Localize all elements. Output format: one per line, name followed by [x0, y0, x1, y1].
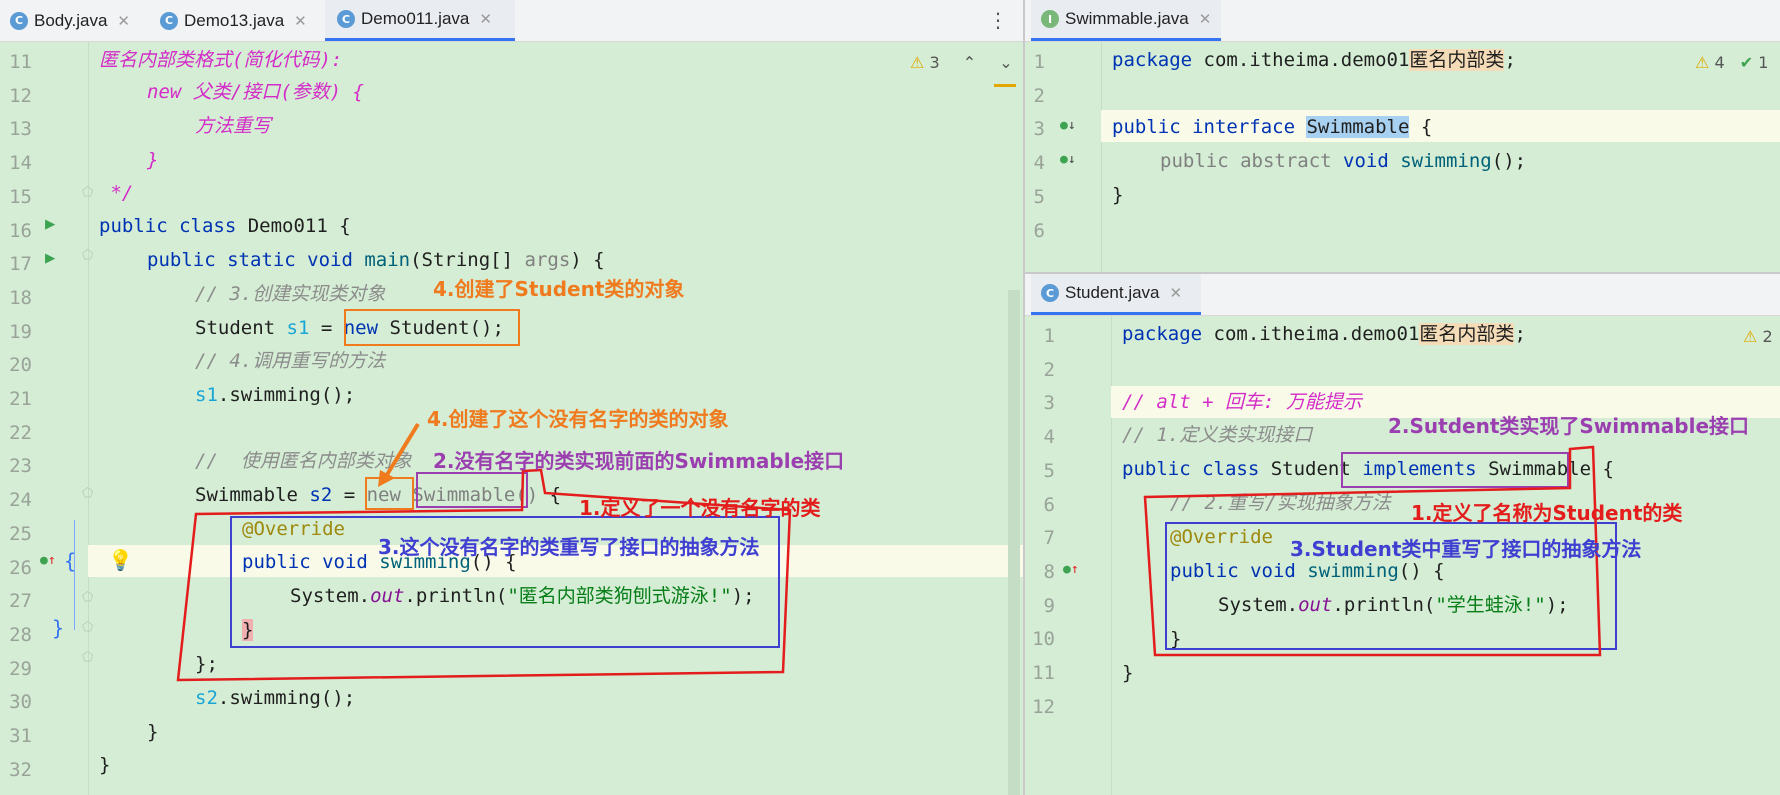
arrow-line [383, 422, 420, 480]
left-editor: C Body.java ✕ C Demo13.java ✕ C Demo011.… [0, 0, 1023, 795]
annotation-student-override: 3.Student类中重写了接口的抽象方法 [1290, 537, 1642, 561]
annotation-override-method: 3.这个没有名字的类重写了接口的抽象方法 [378, 535, 760, 559]
annotation-create-anonymous: 4.创建了这个没有名字的类的对象 [427, 407, 729, 431]
annotation-overlay [1143, 445, 1602, 657]
annotation-create-student: 4.创建了Student类的对象 [433, 277, 685, 301]
annotation-student-class: 1.定义了名称为Student的类 [1411, 501, 1683, 525]
right-editors: I Swimmable.java ✕ 123456 ⚠ 4 ✔ 1 ●↓ ●↓ … [1025, 0, 1780, 795]
annotation-implements-swimmable: 2.没有名字的类实现前面的Swimmable接口 [433, 449, 845, 473]
annotation-student-implements: 2.Sutdent类实现了Swimmable接口 [1388, 414, 1750, 438]
annotation-overlay [176, 422, 792, 682]
annotation-define-anonymous: 1.定义了一个没有名字的类 [579, 496, 821, 520]
